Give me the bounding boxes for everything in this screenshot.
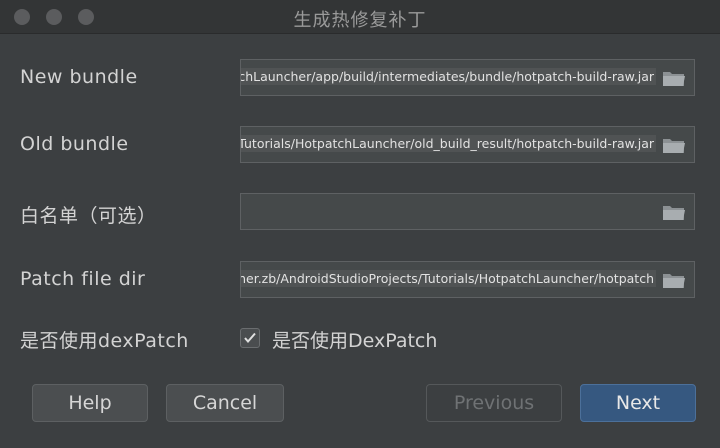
whitelist-field[interactable] xyxy=(240,193,695,230)
dexpatch-checkbox[interactable] xyxy=(240,328,260,348)
folder-icon[interactable] xyxy=(662,203,686,221)
title-bar: 生成热修复补丁 xyxy=(0,0,720,34)
old-bundle-label: Old bundle xyxy=(20,133,129,155)
cancel-button[interactable]: Cancel xyxy=(166,384,284,422)
whitelist-value xyxy=(652,202,656,204)
help-button[interactable]: Help xyxy=(32,384,148,422)
old-bundle-field[interactable]: ts/Tutorials/HotpatchLauncher/old_build_… xyxy=(240,126,695,163)
patch-file-dir-field[interactable]: rcher.zb/AndroidStudioProjects/Tutorials… xyxy=(240,261,695,298)
window-title: 生成热修复补丁 xyxy=(293,10,427,31)
new-bundle-field[interactable]: :patchLauncher/app/build/intermediates/b… xyxy=(240,59,695,96)
folder-icon[interactable] xyxy=(662,69,686,87)
new-bundle-value: :patchLauncher/app/build/intermediates/b… xyxy=(241,68,656,85)
new-bundle-label: New bundle xyxy=(20,66,138,88)
folder-icon[interactable] xyxy=(662,136,686,154)
dexpatch-checkbox-label[interactable]: 是否使用DexPatch xyxy=(272,326,437,353)
previous-button[interactable]: Previous xyxy=(426,384,562,422)
dexpatch-label: 是否使用dexPatch xyxy=(20,330,189,352)
old-bundle-value: ts/Tutorials/HotpatchLauncher/old_build_… xyxy=(241,135,656,152)
folder-icon[interactable] xyxy=(662,271,686,289)
patch-file-dir-label: Patch file dir xyxy=(20,268,146,290)
patch-file-dir-value: rcher.zb/AndroidStudioProjects/Tutorials… xyxy=(241,270,656,287)
next-button[interactable]: Next xyxy=(580,384,696,422)
checkmark-icon xyxy=(244,332,256,344)
whitelist-label: 白名单（可选） xyxy=(20,205,157,227)
